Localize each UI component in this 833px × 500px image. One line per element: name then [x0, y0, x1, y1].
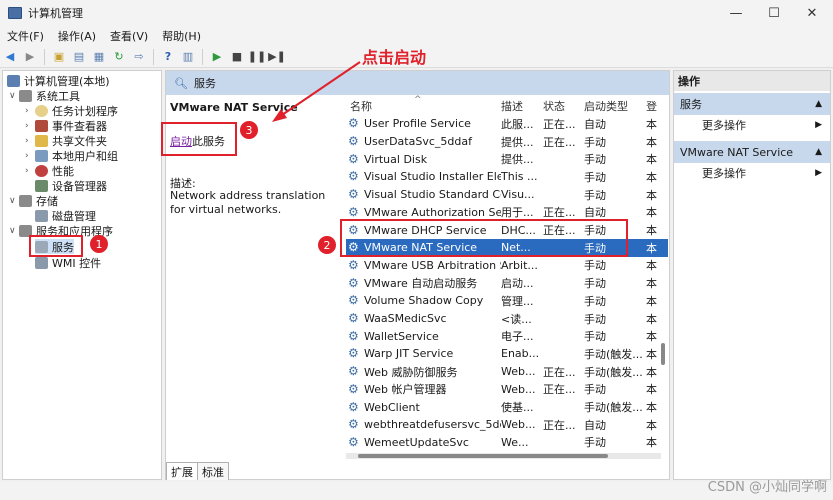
callout-arrow-icon	[272, 61, 361, 122]
watermark: CSDN @小灿同学啊	[707, 480, 827, 495]
